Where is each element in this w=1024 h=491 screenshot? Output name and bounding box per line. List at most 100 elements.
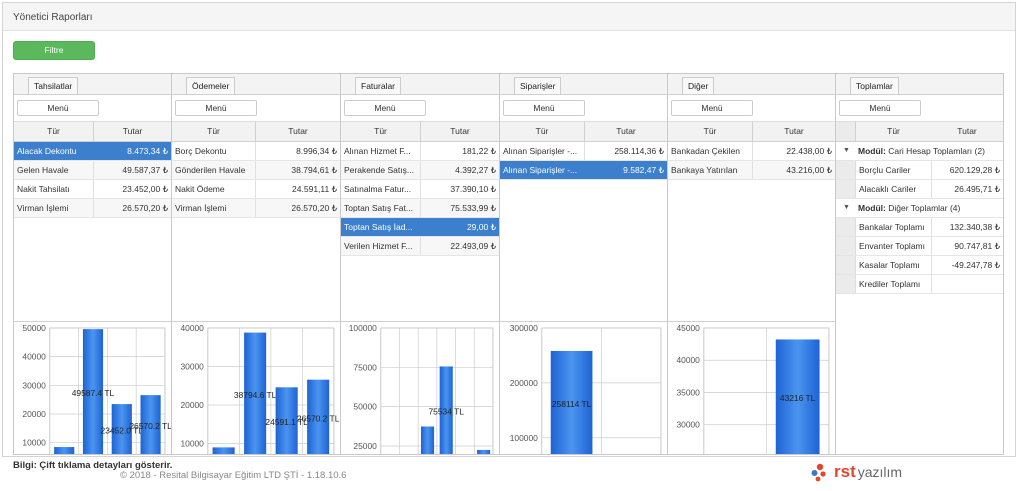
filter-button[interactable]: Filtre (13, 41, 95, 60)
table-row[interactable]: Satınalma Fatur... 37.390,10 ₺ (341, 180, 499, 199)
table-row[interactable]: Alacak Dekontu 8.473,34 ₺ (14, 142, 171, 161)
table-row[interactable]: Gönderilen Havale 38.794,61 ₺ (172, 161, 340, 180)
header-type[interactable]: Tür (500, 122, 585, 141)
table-row[interactable]: Alınan Siparişler -... 9.582,47 ₺ (500, 161, 667, 180)
table-row[interactable]: Verilen Hizmet F... 22.493,09 ₺ (341, 237, 499, 256)
table-row[interactable]: Bankadan Çekilen 22.438,00 ₺ (668, 142, 835, 161)
cell-type: Satınalma Fatur... (341, 180, 421, 198)
group-row[interactable]: ▼ Modül: Cari Hesap Toplamları (2) (836, 142, 1003, 161)
cell-amount: -49.247,78 ₺ (951, 260, 1000, 270)
collapse-arrow-icon[interactable]: ▼ (843, 199, 850, 217)
table-row[interactable]: Alınan Hizmet F... 181,22 ₺ (341, 142, 499, 161)
grid-rows: Alınan Hizmet F... 181,22 ₺ Perakende Satı… (341, 142, 499, 256)
cell-amount: 24.591,11 ₺ (292, 184, 337, 194)
table-row[interactable]: Alacaklı Cariler 26.495,71 ₺ (836, 180, 1003, 199)
header-type[interactable]: Tür (668, 122, 753, 141)
cell-type: Nakit Tahsilatı (14, 180, 94, 198)
header-amount[interactable]: Tutar (256, 122, 340, 141)
cell-type: Alacak Dekontu (14, 142, 94, 160)
tab-totals[interactable]: Toplamlar (850, 77, 899, 94)
table-row[interactable]: Bankaya Yatırılan 43.216,00 ₺ (668, 161, 835, 180)
header-amount[interactable]: Tutar (931, 122, 1003, 141)
column-tab[interactable]: Diğer (682, 77, 715, 94)
table-row[interactable]: Kasalar Toplamı -49.247,78 ₺ (836, 256, 1003, 275)
header-amount[interactable]: Tutar (585, 122, 667, 141)
table-row[interactable]: Virman İşlemi 26.570,20 ₺ (14, 199, 171, 218)
cell-type: Virman İşlemi (14, 199, 94, 217)
y-tick-label: 25000 (353, 441, 377, 451)
cell-type: Nakit Ödeme (172, 180, 256, 198)
menu-button[interactable]: Menü (344, 100, 426, 116)
cell-type: Borç Dekontu (172, 142, 256, 160)
table-row[interactable]: Virman İşlemi 26.570,20 ₺ (172, 199, 340, 218)
group-label: Modül: (858, 146, 886, 156)
y-tick-label: 25000 (676, 452, 700, 455)
cell-amount: 75.533,99 ₺ (450, 203, 496, 213)
cell-amount: 26.570,20 ₺ (122, 203, 168, 213)
table-row[interactable]: Gelen Havale 49.587,37 ₺ (14, 161, 171, 180)
table-row[interactable]: Borç Dekontu 8.996,34 ₺ (172, 142, 340, 161)
table-row[interactable]: Krediler Toplamı (836, 275, 1003, 294)
table-header: Tür Tutar (172, 121, 340, 142)
logo-dots-icon (811, 463, 826, 482)
column-tab[interactable]: Siparişler (514, 77, 562, 94)
report-column: Siparişler Menü Tür Tutar Alınan Siparişler … (499, 73, 667, 455)
table-header: Tür Tutar (668, 121, 835, 142)
chart-bar (420, 426, 435, 454)
group-label: Modül: (858, 203, 886, 213)
table-header: Tür Tutar (14, 121, 171, 142)
column-tab[interactable]: Tahsilatlar (28, 77, 79, 94)
bar-chart: 10000 20000 30000 40000 38794.6 TL 24591.1 TL… (172, 321, 340, 454)
header-amount[interactable]: Tutar (421, 122, 499, 141)
cell-amount: 258.114,36 ₺ (614, 146, 664, 156)
group-title: Diğer Toplamlar (4) (888, 203, 961, 213)
column-tab[interactable]: Ödemeler (186, 77, 236, 94)
bar-value-label: 43216 TL (780, 393, 816, 403)
chart-bar (477, 449, 491, 454)
menu-button[interactable]: Menü (503, 100, 585, 116)
table-row[interactable]: Bankalar Toplamı 132.340,38 ₺ (836, 218, 1003, 237)
y-tick-label: 40000 (22, 352, 46, 362)
table-row[interactable]: Borçlu Cariler 620.129,28 ₺ (836, 161, 1003, 180)
cell-amount: 43.216,00 ₺ (786, 165, 832, 175)
cell-type: Toptan Satış İad... (341, 218, 421, 236)
header-type[interactable]: Tür (172, 122, 256, 141)
cell-amount: 8.996,34 ₺ (296, 146, 337, 156)
cell-type: Alınan Hizmet F... (341, 142, 421, 160)
header-amount[interactable]: Tutar (753, 122, 835, 141)
menu-button[interactable]: Menü (175, 100, 257, 116)
table-row[interactable]: Toptan Satış Fat... 75.533,99 ₺ (341, 199, 499, 218)
cell-amount: 26.495,71 ₺ (954, 184, 1000, 194)
y-tick-label: 30000 (180, 361, 204, 371)
cell-amount: 38.794,61 ₺ (291, 165, 337, 175)
header-type[interactable]: Tür (341, 122, 421, 141)
header-type[interactable]: Tür (856, 122, 931, 141)
table-row[interactable]: Toptan Satış İad... 29,00 ₺ (341, 218, 499, 237)
menu-button[interactable]: Menü (17, 100, 99, 116)
report-column: Tahsilatlar Menü Tür Tutar Alacak Dekontu 8.4… (13, 73, 171, 455)
group-row[interactable]: ▼ Modül: Diğer Toplamlar (4) (836, 199, 1003, 218)
report-column: Faturalar Menü Tür Tutar Alınan Hizmet F... 1… (340, 73, 499, 455)
table-row[interactable]: Nakit Tahsilatı 23.452,00 ₺ (14, 180, 171, 199)
y-tick-label: 30000 (676, 420, 700, 430)
menu-button[interactable]: Menü (671, 100, 753, 116)
menu-button[interactable]: Menü (839, 100, 921, 116)
cell-amount: 23.452,00 ₺ (122, 184, 168, 194)
header-type[interactable]: Tür (14, 122, 94, 141)
table-row[interactable]: Nakit Ödeme 24.591,11 ₺ (172, 180, 340, 199)
chart-bar (54, 447, 75, 454)
cell-amount: 22.493,09 ₺ (450, 241, 496, 251)
cell-type: Alacaklı Cariler (856, 180, 932, 198)
table-row[interactable]: Perakende Satış... 4.392,27 ₺ (341, 161, 499, 180)
cell-type: Virman İşlemi (172, 199, 256, 217)
table-row[interactable]: Alınan Siparişler -... 258.114,36 ₺ (500, 142, 667, 161)
cell-type: Alınan Siparişler -... (500, 161, 585, 179)
collapse-arrow-icon[interactable]: ▼ (843, 142, 850, 160)
cell-type: Envanter Toplamı (856, 237, 932, 255)
cell-amount: 37.390,10 ₺ (450, 184, 496, 194)
header-amount[interactable]: Tutar (94, 122, 171, 141)
column-tab[interactable]: Faturalar (355, 77, 402, 94)
cell-type: Gönderilen Havale (172, 161, 256, 179)
cell-type: Krediler Toplamı (856, 275, 932, 293)
table-row[interactable]: Envanter Toplamı 90.747,81 ₺ (836, 237, 1003, 256)
